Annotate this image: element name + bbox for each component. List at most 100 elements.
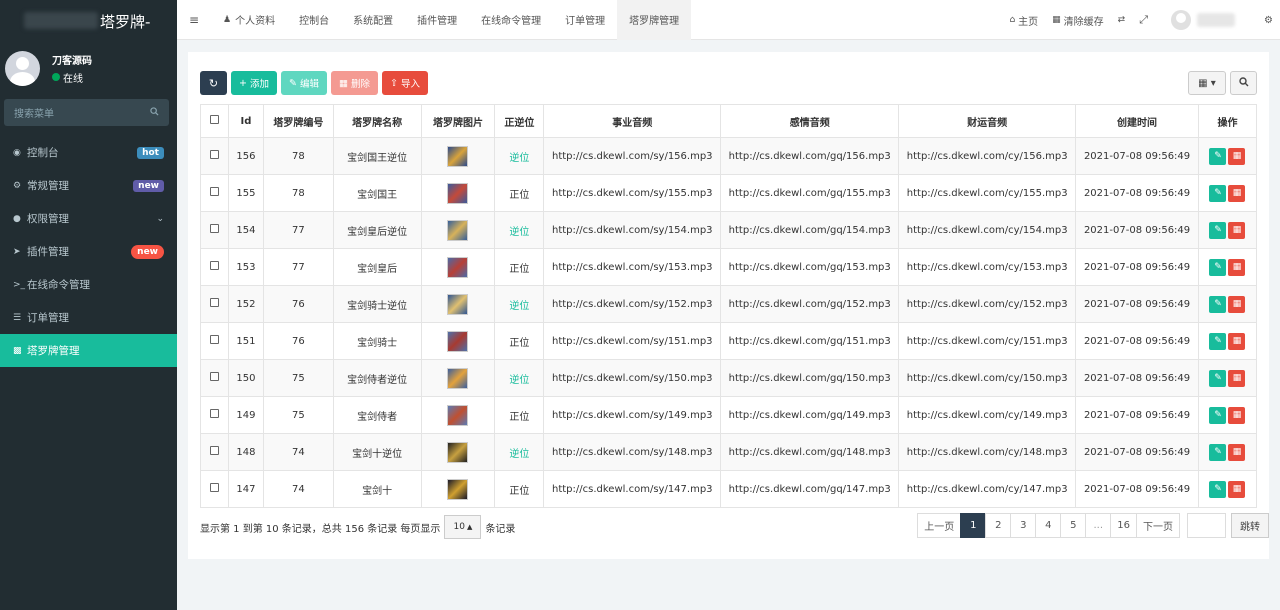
row-select-cell[interactable]	[200, 211, 229, 249]
jump-page-input[interactable]	[1187, 513, 1226, 538]
add-button[interactable]: + 添加	[231, 71, 277, 95]
row-select-cell[interactable]	[200, 248, 229, 286]
sidebar-item-addon[interactable]: ➤ 插件管理 new	[0, 235, 177, 268]
row-edit-button[interactable]: ✎	[1209, 443, 1227, 461]
page-button[interactable]: 3	[1010, 513, 1037, 538]
col-position[interactable]: 正逆位	[494, 104, 545, 138]
user-name-blurred[interactable]	[1197, 13, 1236, 27]
row-select-cell[interactable]	[200, 174, 229, 212]
table-row[interactable]: 147 74 宝剑十 正位 http://cs.dkewl.com/sy/147.mp3…	[200, 470, 1258, 508]
card-thumbnail[interactable]	[447, 219, 469, 241]
tab-dashboard[interactable]: 控制台	[287, 0, 341, 40]
row-checkbox[interactable]	[209, 224, 219, 233]
card-thumbnail[interactable]	[447, 145, 469, 167]
table-row[interactable]: 148 74 宝剑十逆位 逆位 http://cs.dkewl.com/sy/148.m…	[200, 433, 1258, 471]
page-size-select[interactable]: 10 ▲	[444, 515, 482, 539]
row-checkbox[interactable]	[209, 298, 219, 307]
col-id[interactable]: Id	[227, 104, 264, 138]
tab-tarot[interactable]: 塔罗牌管理	[617, 0, 692, 40]
language-button[interactable]: ⇄	[1111, 15, 1133, 25]
card-thumbnail[interactable]	[447, 330, 469, 352]
page-button[interactable]: 4	[1035, 513, 1062, 538]
sidebar-item-dashboard[interactable]: ◉ 控制台 hot	[0, 136, 177, 169]
row-edit-button[interactable]: ✎	[1209, 258, 1227, 276]
row-checkbox[interactable]	[209, 372, 219, 381]
row-checkbox[interactable]	[209, 261, 219, 270]
clear-cache-button[interactable]: ▦ 清除缓存	[1045, 13, 1111, 28]
sidebar-item-auth[interactable]: ● 权限管理 ⌄	[0, 202, 177, 235]
row-select-cell[interactable]	[200, 470, 229, 508]
card-thumbnail[interactable]	[447, 367, 469, 389]
row-checkbox[interactable]	[209, 150, 219, 159]
row-delete-button[interactable]: ▦	[1228, 221, 1246, 239]
col-created[interactable]: 创建时间	[1075, 104, 1199, 138]
table-row[interactable]: 154 77 宝剑皇后逆位 逆位 http://cs.dkewl.com/sy/154.…	[200, 211, 1258, 249]
table-row[interactable]: 149 75 宝剑侍者 正位 http://cs.dkewl.com/sy/149.mp…	[200, 396, 1258, 434]
row-checkbox[interactable]	[209, 409, 219, 418]
select-all-checkbox[interactable]	[209, 115, 219, 124]
row-select-cell[interactable]	[200, 433, 229, 471]
sidebar-item-order[interactable]: ☰ 订单管理	[0, 301, 177, 334]
tab-command[interactable]: 在线命令管理	[469, 0, 553, 40]
row-select-cell[interactable]	[200, 396, 229, 434]
table-row[interactable]: 151 76 宝剑骑士 正位 http://cs.dkewl.com/sy/151.mp…	[200, 322, 1258, 360]
menu-toggle-icon[interactable]: ≡	[177, 13, 211, 27]
row-delete-button[interactable]: ▦	[1228, 332, 1246, 350]
tab-order[interactable]: 订单管理	[553, 0, 617, 40]
row-edit-button[interactable]: ✎	[1209, 369, 1227, 387]
tab-config[interactable]: 系统配置	[341, 0, 405, 40]
table-row[interactable]: 156 78 宝剑国王逆位 逆位 http://cs.dkewl.com/sy/156.…	[200, 137, 1258, 175]
row-edit-button[interactable]: ✎	[1209, 480, 1227, 498]
row-delete-button[interactable]: ▦	[1228, 184, 1246, 202]
prev-page-button[interactable]: 上一页	[917, 513, 962, 538]
row-delete-button[interactable]: ▦	[1228, 480, 1246, 498]
search-input[interactable]: 搜索菜单	[4, 99, 169, 126]
row-delete-button[interactable]: ▦	[1228, 147, 1246, 165]
row-edit-button[interactable]: ✎	[1209, 332, 1227, 350]
card-thumbnail[interactable]	[447, 404, 469, 426]
row-delete-button[interactable]: ▦	[1228, 295, 1246, 313]
col-image[interactable]: 塔罗牌图片	[420, 104, 496, 138]
row-edit-button[interactable]: ✎	[1209, 295, 1227, 313]
user-avatar[interactable]	[1171, 10, 1192, 30]
row-checkbox[interactable]	[209, 446, 219, 455]
row-edit-button[interactable]: ✎	[1209, 406, 1227, 424]
row-select-cell[interactable]	[200, 359, 229, 397]
col-career-audio[interactable]: 事业音频	[543, 104, 722, 138]
tab-addon[interactable]: 插件管理	[405, 0, 469, 40]
edit-button[interactable]: ✎ 编辑	[280, 71, 327, 95]
card-thumbnail[interactable]	[447, 182, 469, 204]
table-row[interactable]: 150 75 宝剑侍者逆位 逆位 http://cs.dkewl.com/sy/150.…	[200, 359, 1258, 397]
table-row[interactable]: 153 77 宝剑皇后 正位 http://cs.dkewl.com/sy/153.mp…	[200, 248, 1258, 286]
col-love-audio[interactable]: 感情音频	[720, 104, 900, 138]
brand[interactable]: 塔罗牌-	[0, 0, 177, 40]
jump-button[interactable]: 跳转	[1231, 513, 1269, 538]
row-checkbox[interactable]	[209, 187, 219, 196]
table-row[interactable]: 152 76 宝剑骑士逆位 逆位 http://cs.dkewl.com/sy/152.…	[200, 285, 1258, 323]
row-select-cell[interactable]	[200, 137, 229, 175]
row-edit-button[interactable]: ✎	[1209, 184, 1227, 202]
col-wealth-audio[interactable]: 财运音频	[898, 104, 1077, 138]
sidebar-item-command[interactable]: >_ 在线命令管理	[0, 268, 177, 301]
page-button[interactable]: 16	[1110, 513, 1137, 538]
row-select-cell[interactable]	[200, 322, 229, 360]
refresh-button[interactable]: ↻	[200, 71, 227, 95]
row-delete-button[interactable]: ▦	[1228, 258, 1246, 276]
row-edit-button[interactable]: ✎	[1209, 221, 1227, 239]
home-link[interactable]: ⌂ 主页	[1002, 13, 1045, 28]
card-thumbnail[interactable]	[447, 478, 469, 500]
fullscreen-button[interactable]: ⤢	[1132, 13, 1155, 27]
page-button[interactable]: 2	[985, 513, 1012, 538]
row-delete-button[interactable]: ▦	[1228, 406, 1246, 424]
card-thumbnail[interactable]	[447, 256, 469, 278]
page-button[interactable]: 5	[1060, 513, 1087, 538]
sidebar-item-tarot[interactable]: ▩ 塔罗牌管理	[0, 334, 177, 367]
row-edit-button[interactable]: ✎	[1209, 147, 1227, 165]
row-checkbox[interactable]	[209, 335, 219, 344]
next-page-button[interactable]: 下一页	[1136, 513, 1180, 538]
row-select-cell[interactable]	[200, 285, 229, 323]
table-search-button[interactable]	[1230, 71, 1257, 95]
select-all-cell[interactable]	[200, 104, 229, 138]
col-name[interactable]: 塔罗牌名称	[332, 104, 422, 138]
tab-profile[interactable]: ♟ 个人资料	[211, 0, 287, 40]
